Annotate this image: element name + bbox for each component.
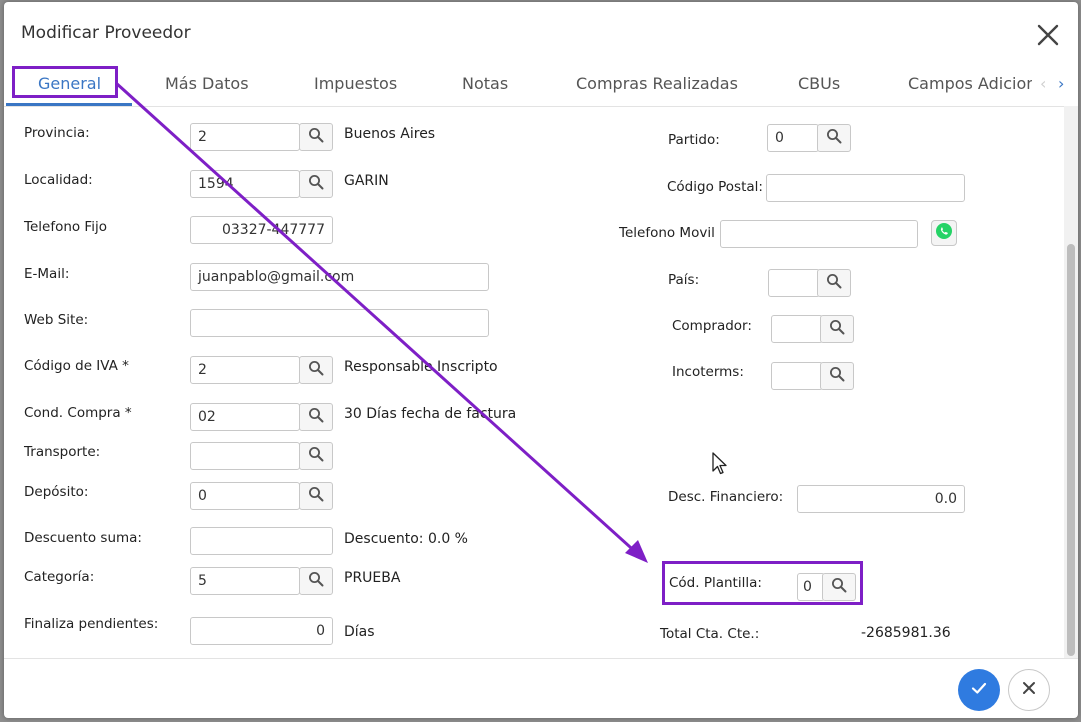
localidad-search-button[interactable] [299, 170, 333, 198]
whatsapp-button[interactable] [931, 220, 957, 246]
search-icon [308, 360, 324, 380]
tab-scroll-left-icon[interactable]: ‹ [1040, 74, 1046, 93]
codigo-iva-desc: Responsable Inscripto [344, 359, 498, 375]
incoterms-search-button[interactable] [820, 362, 854, 390]
modificar-proveedor-dialog: Modificar Proveedor General Más Datos Im… [4, 2, 1078, 718]
categoria-search-button[interactable] [299, 567, 333, 595]
mouse-pointer-icon [712, 452, 728, 480]
telefono-movil-label: Telefono Movil [619, 225, 715, 241]
telefono-fijo-label: Telefono Fijo [24, 219, 107, 235]
cond-compra-search-button[interactable] [299, 403, 333, 431]
localidad-desc: GARIN [344, 173, 389, 189]
provincia-label: Provincia: [24, 125, 90, 141]
deposito-label: Depósito: [24, 484, 89, 500]
tab-impuestos[interactable]: Impuestos [314, 74, 397, 93]
search-icon [826, 128, 842, 148]
provincia-code-input[interactable]: 2 [190, 123, 300, 151]
pais-code-input[interactable] [768, 269, 820, 297]
categoria-desc: PRUEBA [344, 570, 401, 586]
categoria-label: Categoría: [24, 569, 95, 585]
deposito-search-button[interactable] [299, 482, 333, 510]
finaliza-pendientes-input[interactable]: 0 [190, 617, 333, 645]
incoterms-code-input[interactable] [771, 362, 823, 390]
total-cta-cte-label: Total Cta. Cte.: [660, 626, 760, 642]
search-icon [308, 486, 324, 506]
localidad-code-input[interactable]: 1594 [190, 170, 300, 198]
provincia-search-button[interactable] [299, 123, 333, 151]
finaliza-pendientes-unit: Días [344, 624, 375, 640]
tab-mas-datos[interactable]: Más Datos [165, 74, 249, 93]
transporte-search-button[interactable] [299, 442, 333, 470]
tab-bar: General Más Datos Impuestos Notas Compra… [4, 64, 1078, 107]
tab-campos-adicionales[interactable]: Campos Adicion [908, 74, 1032, 93]
dialog-footer [4, 658, 1078, 718]
codigo-postal-input[interactable] [766, 174, 965, 202]
telefono-fijo-input[interactable]: 03327-447777 [190, 216, 333, 244]
total-cta-cte-value: -2685981.36 [861, 625, 951, 641]
scrollbar-thumb[interactable] [1067, 244, 1075, 656]
codigo-iva-search-button[interactable] [299, 356, 333, 384]
categoria-code-input[interactable]: 5 [190, 567, 300, 595]
search-icon [308, 127, 324, 147]
dialog-title: Modificar Proveedor [21, 23, 191, 43]
search-icon [308, 571, 324, 591]
search-icon [829, 319, 845, 339]
partido-label: Partido: [668, 132, 720, 148]
descuento-suma-input[interactable] [190, 527, 333, 555]
localidad-label: Localidad: [24, 172, 93, 188]
cond-compra-code-input[interactable]: 02 [190, 403, 300, 431]
cond-compra-desc: 30 Días fecha de factura [344, 406, 517, 422]
vertical-scrollbar[interactable] [1064, 106, 1078, 658]
general-tab-highlight [12, 66, 118, 98]
pais-label: País: [668, 272, 700, 288]
email-input[interactable]: juanpablo@gmail.com [190, 263, 489, 291]
partido-code-input[interactable]: 0 [767, 124, 819, 152]
deposito-code-input[interactable]: 0 [190, 482, 300, 510]
desc-financiero-input[interactable]: 0.0 [797, 485, 965, 513]
cond-compra-label: Cond. Compra * [24, 405, 132, 421]
check-icon [969, 678, 989, 702]
telefono-movil-input[interactable] [720, 220, 918, 248]
codigo-iva-label: Código de IVA * [24, 358, 129, 374]
descuento-suma-label: Descuento suma: [24, 530, 142, 546]
tab-notas[interactable]: Notas [462, 74, 508, 93]
search-icon [308, 446, 324, 466]
web-site-label: Web Site: [24, 312, 89, 328]
provincia-desc: Buenos Aires [344, 126, 436, 142]
partido-search-button[interactable] [817, 124, 851, 152]
general-form: Provincia: 2 Buenos Aires Localidad: 159… [4, 106, 1064, 658]
search-icon [826, 273, 842, 293]
close-icon [1021, 680, 1037, 700]
descuento-desc: Descuento: 0.0 % [344, 531, 468, 547]
search-icon [308, 407, 324, 427]
close-icon[interactable] [1035, 22, 1061, 48]
comprador-code-input[interactable] [771, 315, 823, 343]
tab-cbus[interactable]: CBUs [798, 74, 840, 93]
whatsapp-icon [935, 222, 953, 244]
search-icon [829, 366, 845, 386]
tab-scroll-right-icon[interactable]: › [1058, 74, 1064, 93]
codigo-iva-code-input[interactable]: 2 [190, 356, 300, 384]
transporte-label: Transporte: [24, 444, 101, 460]
search-icon [308, 174, 324, 194]
web-site-input[interactable] [190, 309, 489, 337]
incoterms-label: Incoterms: [672, 364, 744, 380]
cod-plantilla-highlight [662, 561, 863, 605]
desc-financiero-label: Desc. Financiero: [668, 489, 784, 505]
pais-search-button[interactable] [817, 269, 851, 297]
cancel-button[interactable] [1008, 669, 1050, 711]
finaliza-pendientes-label: Finaliza pendientes: [24, 616, 159, 632]
comprador-label: Comprador: [672, 318, 752, 334]
codigo-postal-label: Código Postal: [667, 179, 763, 195]
tab-compras-realizadas[interactable]: Compras Realizadas [576, 74, 738, 93]
transporte-code-input[interactable] [190, 442, 300, 470]
email-label: E-Mail: [24, 266, 70, 282]
comprador-search-button[interactable] [820, 315, 854, 343]
confirm-button[interactable] [958, 669, 1000, 711]
